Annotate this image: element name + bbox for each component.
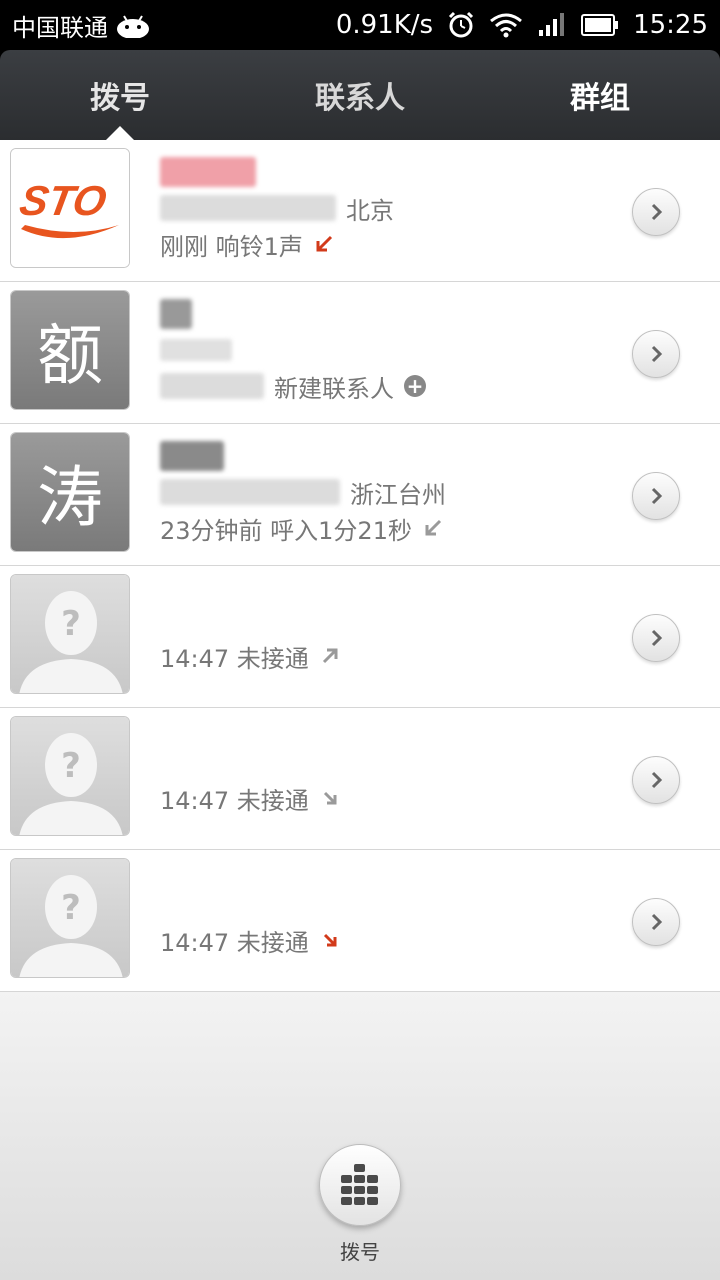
status-line: 新建联系人 + — [160, 368, 610, 404]
status-left: 中国联通 — [12, 8, 150, 43]
missed-call-icon — [323, 933, 337, 947]
redacted-name — [160, 299, 192, 329]
call-log-row[interactable]: 涛 浙江台州 23分钟前 呼入1分21秒 — [0, 424, 720, 566]
status-bar: 中国联通 0.91K/s 15:25 — [0, 0, 720, 50]
missed-call-icon — [316, 235, 332, 252]
avatar: STO — [10, 148, 130, 268]
call-info: 14:47 未接通 — [160, 780, 610, 816]
caller-name-line — [160, 296, 610, 332]
call-status: 14:47 未接通 — [160, 644, 309, 673]
svg-text:?: ? — [61, 604, 81, 644]
signal-icon — [539, 13, 565, 36]
call-log-list: STO 北京 刚刚 响铃1声 额 新建联系人 + 涛 浙江台州 23分钟前 呼入… — [0, 140, 720, 992]
svg-text:?: ? — [61, 888, 81, 928]
avatar: ? — [10, 858, 130, 978]
dialpad-button[interactable] — [319, 1144, 401, 1226]
chevron-right-icon — [651, 771, 663, 789]
avatar: ? — [10, 716, 130, 836]
redacted-number — [160, 195, 336, 221]
bottom-area: 拨号 — [0, 992, 720, 1280]
battery-icon — [581, 14, 619, 36]
call-log-row[interactable]: 额 新建联系人 + — [0, 282, 720, 424]
call-status: 14:47 未接通 — [160, 786, 309, 815]
call-info: 14:47 未接通 — [160, 638, 610, 674]
status-line: 14:47 未接通 — [160, 922, 610, 958]
call-info: 北京 刚刚 响铃1声 — [160, 154, 610, 262]
redacted-name — [160, 441, 224, 471]
number-line: 北京 — [160, 190, 610, 226]
chevron-right-icon — [651, 487, 663, 505]
status-line: 14:47 未接通 — [160, 638, 610, 674]
call-detail-button[interactable] — [632, 614, 680, 662]
avatar: 额 — [10, 290, 130, 410]
call-log-row[interactable]: ? 14:47 未接通 — [0, 566, 720, 708]
tab-groups[interactable]: 群组 — [480, 50, 720, 140]
redacted-number — [160, 339, 232, 361]
call-info: 新建联系人 + — [160, 296, 610, 404]
tab-dialer[interactable]: 拨号 — [0, 50, 240, 140]
new-contact-link[interactable]: 新建联系人 — [274, 369, 394, 404]
call-log-row[interactable]: ? 14:47 未接通 — [0, 708, 720, 850]
svg-text:?: ? — [61, 746, 81, 786]
avatar-letter: 涛 — [11, 433, 129, 551]
call-detail-button[interactable] — [632, 188, 680, 236]
redacted-number — [160, 373, 264, 399]
call-status: 14:47 未接通 — [160, 928, 309, 957]
call-info: 浙江台州 23分钟前 呼入1分21秒 — [160, 438, 610, 546]
status-line: 14:47 未接通 — [160, 780, 610, 816]
wifi-icon — [490, 13, 522, 38]
alarm-icon — [449, 11, 474, 38]
call-log-row[interactable]: ? 14:47 未接通 — [0, 850, 720, 992]
call-detail-button[interactable] — [632, 898, 680, 946]
avatar: 涛 — [10, 432, 130, 552]
caller-name-line — [160, 438, 610, 474]
status-right: 0.91K/s 15:25 — [336, 10, 708, 40]
unknown-contact-avatar: ? — [11, 859, 129, 977]
caller-location: 浙江台州 — [350, 480, 446, 509]
dialpad-label: 拨号 — [340, 1240, 380, 1264]
redacted-name — [160, 157, 256, 187]
avatar: ? — [10, 574, 130, 694]
sto-logo: STO — [11, 149, 129, 267]
avatar-letter: 额 — [11, 291, 129, 409]
active-tab-indicator — [106, 126, 134, 140]
logo-text: STO — [16, 177, 110, 224]
rejected-call-icon — [323, 791, 337, 805]
caller-name-line — [160, 154, 610, 190]
status-line: 23分钟前 呼入1分21秒 — [160, 510, 610, 546]
tab-label: 联系人 — [315, 81, 405, 116]
call-status: 刚刚 响铃1声 — [160, 232, 303, 261]
android-icon — [117, 15, 149, 38]
clock-time: 15:25 — [633, 10, 708, 40]
call-detail-button[interactable] — [632, 330, 680, 378]
unknown-contact-avatar: ? — [11, 717, 129, 835]
outgoing-call-icon — [322, 648, 338, 664]
add-contact-icon[interactable]: + — [404, 375, 426, 397]
caller-location: 北京 — [346, 196, 394, 225]
tab-label: 群组 — [570, 81, 630, 116]
number-line: 浙江台州 — [160, 474, 610, 510]
net-speed: 0.91K/s — [335, 10, 434, 40]
chevron-right-icon — [651, 629, 663, 647]
status-line: 刚刚 响铃1声 — [160, 226, 610, 262]
carrier-name: 中国联通 — [12, 13, 108, 42]
tab-contacts[interactable]: 联系人 — [240, 50, 480, 140]
unknown-contact-avatar: ? — [11, 575, 129, 693]
tab-label: 拨号 — [90, 81, 150, 116]
incoming-call-icon — [425, 519, 442, 536]
call-status: 23分钟前 呼入1分21秒 — [160, 516, 412, 545]
call-detail-button[interactable] — [632, 756, 680, 804]
call-detail-button[interactable] — [632, 472, 680, 520]
chevron-right-icon — [651, 345, 663, 363]
call-info: 14:47 未接通 — [160, 922, 610, 958]
chevron-right-icon — [651, 203, 663, 221]
call-log-row[interactable]: STO 北京 刚刚 响铃1声 — [0, 140, 720, 282]
dialpad-icon — [341, 1164, 378, 1205]
tab-bar: 拨号 联系人 群组 — [0, 50, 720, 140]
redacted-number — [160, 479, 340, 505]
number-line — [160, 332, 610, 368]
chevron-right-icon — [651, 913, 663, 931]
